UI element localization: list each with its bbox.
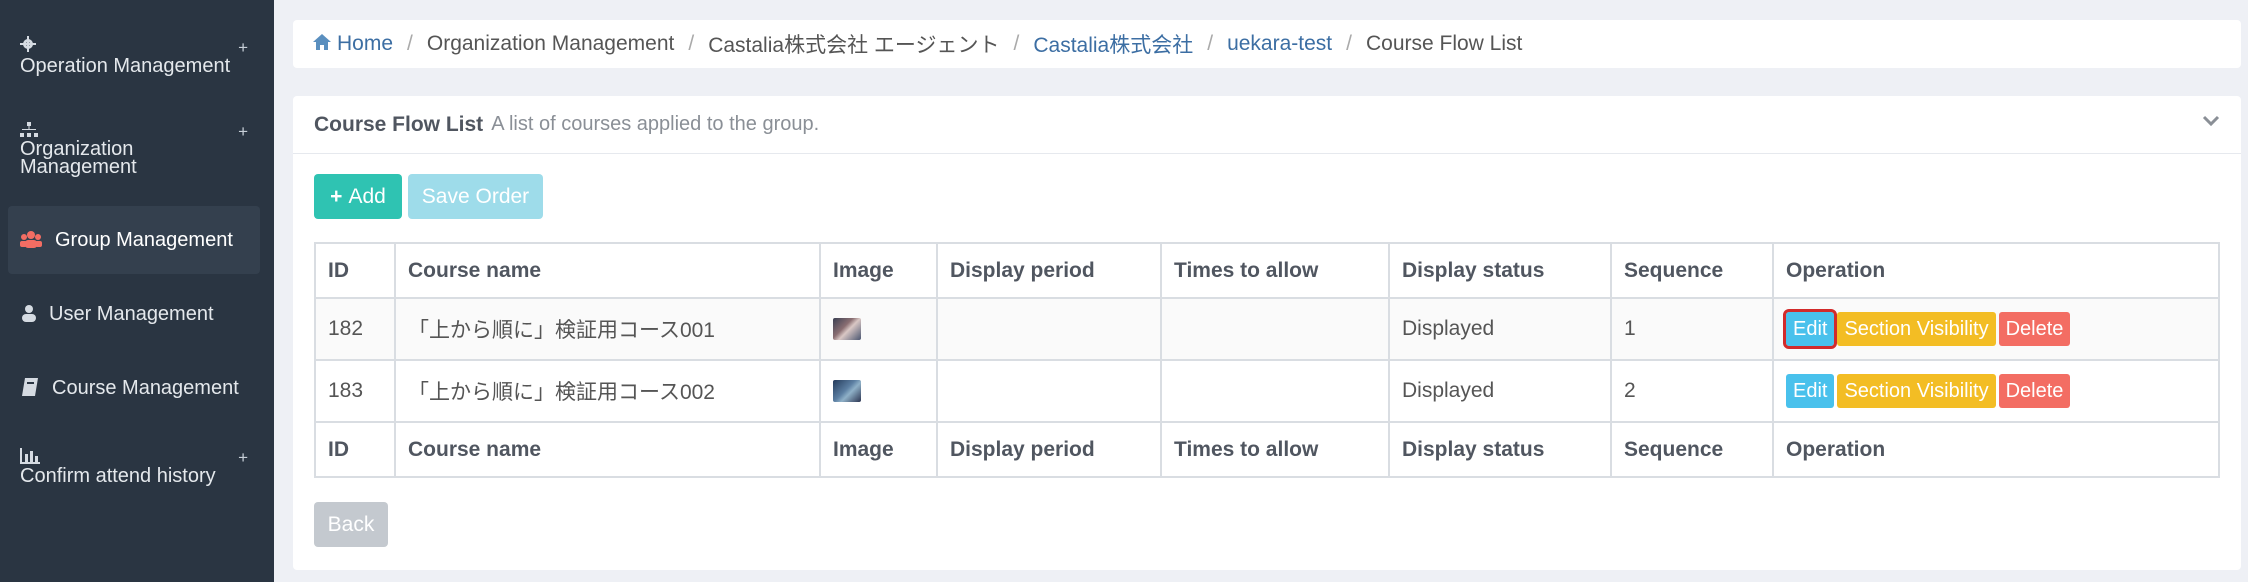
column-footer: Display status (1388, 421, 1612, 478)
course-thumbnail[interactable] (833, 318, 861, 341)
nav-organization-management[interactable]: Organization Management + (8, 120, 260, 182)
table-footer-row: ID Course name Image Display period Time… (314, 421, 2220, 478)
nav-label: Operation Management (20, 55, 231, 77)
column-footer: Operation (1772, 421, 2220, 478)
column-header: Course name (394, 242, 821, 299)
book-icon (22, 378, 38, 401)
cell-times-to-allow (1160, 359, 1390, 423)
section-visibility-button[interactable]: Section Visibility (1837, 374, 1996, 408)
column-header: Sequence (1610, 242, 1774, 299)
cell-sequence: 1 (1610, 297, 1774, 361)
nav-label: Course Management (52, 377, 239, 399)
breadcrumb-separator: / (407, 32, 413, 55)
delete-button[interactable]: Delete (1998, 312, 2071, 346)
cell-display-period (936, 359, 1162, 423)
column-footer: Course name (394, 421, 821, 478)
breadcrumb-home[interactable]: Home (337, 32, 393, 56)
breadcrumb-link[interactable]: uekara-test (1227, 32, 1332, 56)
cell-sequence: 2 (1610, 359, 1774, 423)
cell-display-status: Displayed (1388, 297, 1612, 361)
column-footer: ID (314, 421, 396, 478)
column-header: Image (819, 242, 938, 299)
breadcrumb-separator: / (1207, 32, 1214, 55)
breadcrumb-separator: / (688, 32, 695, 55)
column-footer: Image (819, 421, 938, 478)
breadcrumb-link[interactable]: Castalia株式会社 (1033, 29, 1193, 59)
home-icon (313, 32, 331, 56)
cell-image (819, 297, 938, 361)
nav-group-management[interactable]: Group Management (8, 206, 260, 274)
nav-label: Organization Management (20, 138, 137, 178)
add-button[interactable]: + Add (314, 174, 402, 219)
column-header: Times to allow (1160, 242, 1390, 299)
nav-confirm-attend-history[interactable]: Confirm attend history + (8, 444, 260, 496)
course-flow-table: ID Course name Image Display period Time… (314, 242, 2220, 478)
expand-plus-icon[interactable]: + (238, 448, 248, 468)
nav-label: Group Management (55, 229, 233, 251)
column-footer: Sequence (1610, 421, 1774, 478)
course-flow-panel: Course Flow List A list of courses appli… (293, 96, 2241, 570)
table-row: 182 「上から順に」検証用コース001 Displayed 1 Edit Sec… (314, 297, 2220, 361)
cell-id: 182 (314, 297, 396, 361)
column-footer: Times to allow (1160, 421, 1390, 478)
expand-plus-icon[interactable]: + (238, 122, 248, 142)
column-header: ID (314, 242, 396, 299)
cell-course-name: 「上から順に」検証用コース002 (394, 359, 821, 423)
panel-subtitle: A list of courses applied to the group. (491, 113, 820, 135)
column-header: Display period (936, 242, 1162, 299)
table-header-row: ID Course name Image Display period Time… (314, 242, 2220, 299)
chevron-down-icon[interactable] (2201, 110, 2221, 135)
nav-course-management[interactable]: Course Management (8, 370, 260, 410)
panel-title: Course Flow List (314, 112, 484, 136)
column-header: Display status (1388, 242, 1612, 299)
delete-button[interactable]: Delete (1998, 374, 2071, 408)
table-row: 183 「上から順に」検証用コース002 Displayed 2 Edit Sec… (314, 359, 2220, 423)
breadcrumb-current: Course Flow List (1365, 32, 1523, 55)
cell-course-name: 「上から順に」検証用コース001 (394, 297, 821, 361)
back-label: Back (327, 512, 375, 536)
breadcrumb-separator: / (1013, 32, 1020, 55)
cell-times-to-allow (1160, 297, 1390, 361)
save-order-label: Save Order (421, 184, 530, 208)
expand-plus-icon[interactable]: + (238, 38, 248, 58)
edit-button[interactable]: Edit (1782, 309, 1838, 349)
back-button[interactable]: Back (314, 502, 388, 547)
cell-operation: Edit Section Visibility Delete (1772, 297, 2220, 361)
cell-display-status: Displayed (1388, 359, 1612, 423)
nav-user-management[interactable]: User Management (8, 296, 260, 336)
nav-label: Confirm attend history (20, 465, 216, 487)
edit-button[interactable]: Edit (1786, 374, 1835, 408)
nav-label: User Management (49, 303, 214, 325)
user-icon (22, 304, 36, 327)
breadcrumb: Home / Organization Management / Castali… (293, 20, 2241, 68)
cell-display-period (936, 297, 1162, 361)
column-footer: Display period (936, 421, 1162, 478)
plus-icon: + (330, 184, 343, 208)
nav-operation-management[interactable]: Operation Management + (8, 30, 260, 82)
section-visibility-button[interactable]: Section Visibility (1837, 312, 1996, 346)
breadcrumb-item: Castalia株式会社 エージェント (708, 34, 1000, 57)
course-thumbnail[interactable] (833, 380, 861, 403)
add-label: Add (348, 184, 386, 208)
gear-icon (20, 36, 36, 57)
cell-operation: Edit Section Visibility Delete (1772, 359, 2220, 423)
cell-image (819, 359, 938, 423)
users-icon (20, 230, 42, 253)
save-order-button[interactable]: Save Order (408, 174, 543, 219)
cell-id: 183 (314, 359, 396, 423)
sidebar: Operation Management + Organization Mana… (0, 0, 274, 582)
breadcrumb-item: Organization Management (426, 32, 675, 55)
panel-header: Course Flow List A list of courses appli… (293, 96, 2241, 154)
column-header: Operation (1772, 242, 2220, 299)
breadcrumb-separator: / (1346, 32, 1352, 55)
